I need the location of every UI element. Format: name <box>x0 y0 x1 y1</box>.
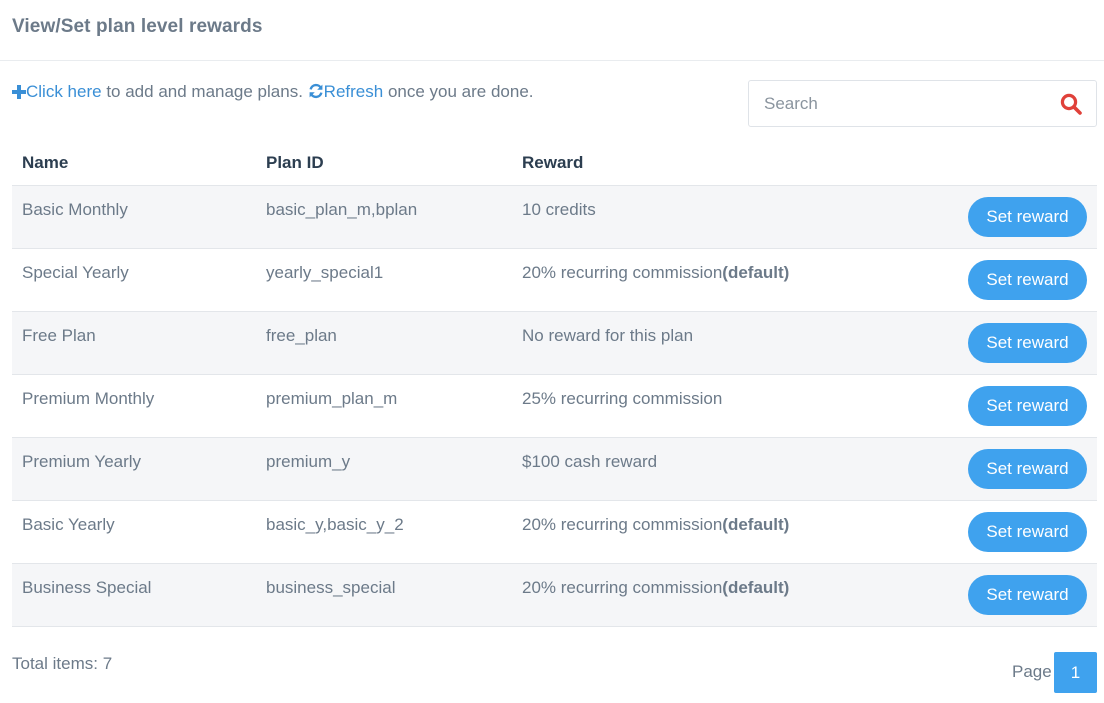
plan-reward: 20% recurring commission(default) <box>522 578 789 598</box>
page-title: View/Set plan level rewards <box>12 16 263 37</box>
table-row: Special Yearly yearly_special1 20% recur… <box>12 249 1097 312</box>
set-reward-button[interactable]: Set reward <box>968 449 1087 489</box>
plans-table: Name Plan ID Reward Basic Monthly basic_… <box>12 140 1097 627</box>
table-row: Free Plan free_plan No reward for this p… <box>12 312 1097 375</box>
set-reward-button[interactable]: Set reward <box>968 512 1087 552</box>
done-text: once you are done. <box>387 82 534 101</box>
reward-text: 25% recurring commission <box>522 389 723 408</box>
plan-name: Free Plan <box>22 326 96 345</box>
plan-reward: 10 credits <box>522 200 596 220</box>
reward-text: No reward for this plan <box>522 326 694 345</box>
reward-text: 20% recurring commission <box>522 578 723 597</box>
reward-text: 20% recurring commission <box>522 515 723 534</box>
plan-id: free_plan <box>266 326 337 345</box>
add-plans-link[interactable]: Click here <box>12 82 102 101</box>
page-header: View/Set plan level rewards <box>0 0 1104 61</box>
table-row: Premium Yearly premium_y $100 cash rewar… <box>12 438 1097 501</box>
table-row: Basic Monthly basic_plan_m,bplan 10 cred… <box>12 186 1097 249</box>
set-reward-button[interactable]: Set reward <box>968 323 1087 363</box>
plan-id: basic_y,basic_y_2 <box>266 515 404 534</box>
manage-text: to add and manage plans. <box>106 82 303 101</box>
plan-name: Basic Monthly <box>22 200 128 219</box>
refresh-icon <box>309 83 323 99</box>
table-header: Name Plan ID Reward <box>12 140 1097 186</box>
plus-icon <box>12 85 26 99</box>
plan-id: yearly_special1 <box>266 263 384 282</box>
total-items: Total items: 7 <box>12 654 113 673</box>
info-line: Click here to add and manage plans. Refr… <box>12 82 534 102</box>
plan-name: Business Special <box>22 578 152 597</box>
set-reward-button[interactable]: Set reward <box>968 197 1087 237</box>
table-row: Business Special business_special 20% re… <box>12 564 1097 627</box>
set-reward-button[interactable]: Set reward <box>968 386 1087 426</box>
plan-id: basic_plan_m,bplan <box>266 200 418 219</box>
default-tag: (default) <box>722 263 790 282</box>
refresh-label: Refresh <box>323 82 384 101</box>
plan-name: Premium Yearly <box>22 452 142 471</box>
search-input[interactable] <box>749 81 1049 126</box>
page-label: Page <box>1012 662 1052 681</box>
page-button-current[interactable]: 1 <box>1054 652 1097 693</box>
plan-reward: 20% recurring commission(default) <box>522 263 789 283</box>
column-header-reward: Reward <box>522 153 584 172</box>
column-header-plan-id: Plan ID <box>266 153 324 172</box>
plan-name: Premium Monthly <box>22 389 155 408</box>
table-row: Premium Monthly premium_plan_m 25% recur… <box>12 375 1097 438</box>
reward-text: $100 cash reward <box>522 452 658 471</box>
reward-text: 20% recurring commission <box>522 263 723 282</box>
table-row: Basic Yearly basic_y,basic_y_2 20% recur… <box>12 501 1097 564</box>
column-header-name: Name <box>22 153 69 172</box>
search-box <box>748 80 1097 127</box>
plan-reward: 25% recurring commission <box>522 389 722 409</box>
add-plans-label: Click here <box>26 82 102 101</box>
plan-reward: 20% recurring commission(default) <box>522 515 789 535</box>
plan-name: Basic Yearly <box>22 515 115 534</box>
plan-name: Special Yearly <box>22 263 129 282</box>
plan-reward: $100 cash reward <box>522 452 657 472</box>
default-tag: (default) <box>722 578 790 597</box>
set-reward-button[interactable]: Set reward <box>968 260 1087 300</box>
plan-id: premium_plan_m <box>266 389 398 408</box>
plan-id: business_special <box>266 578 396 597</box>
set-reward-button[interactable]: Set reward <box>968 575 1087 615</box>
default-tag: (default) <box>722 515 790 534</box>
search-icon[interactable] <box>1059 92 1083 116</box>
reward-text: 10 credits <box>522 200 596 219</box>
plan-id: premium_y <box>266 452 351 471</box>
refresh-link[interactable]: Refresh <box>308 82 384 101</box>
plan-reward: No reward for this plan <box>522 326 693 346</box>
